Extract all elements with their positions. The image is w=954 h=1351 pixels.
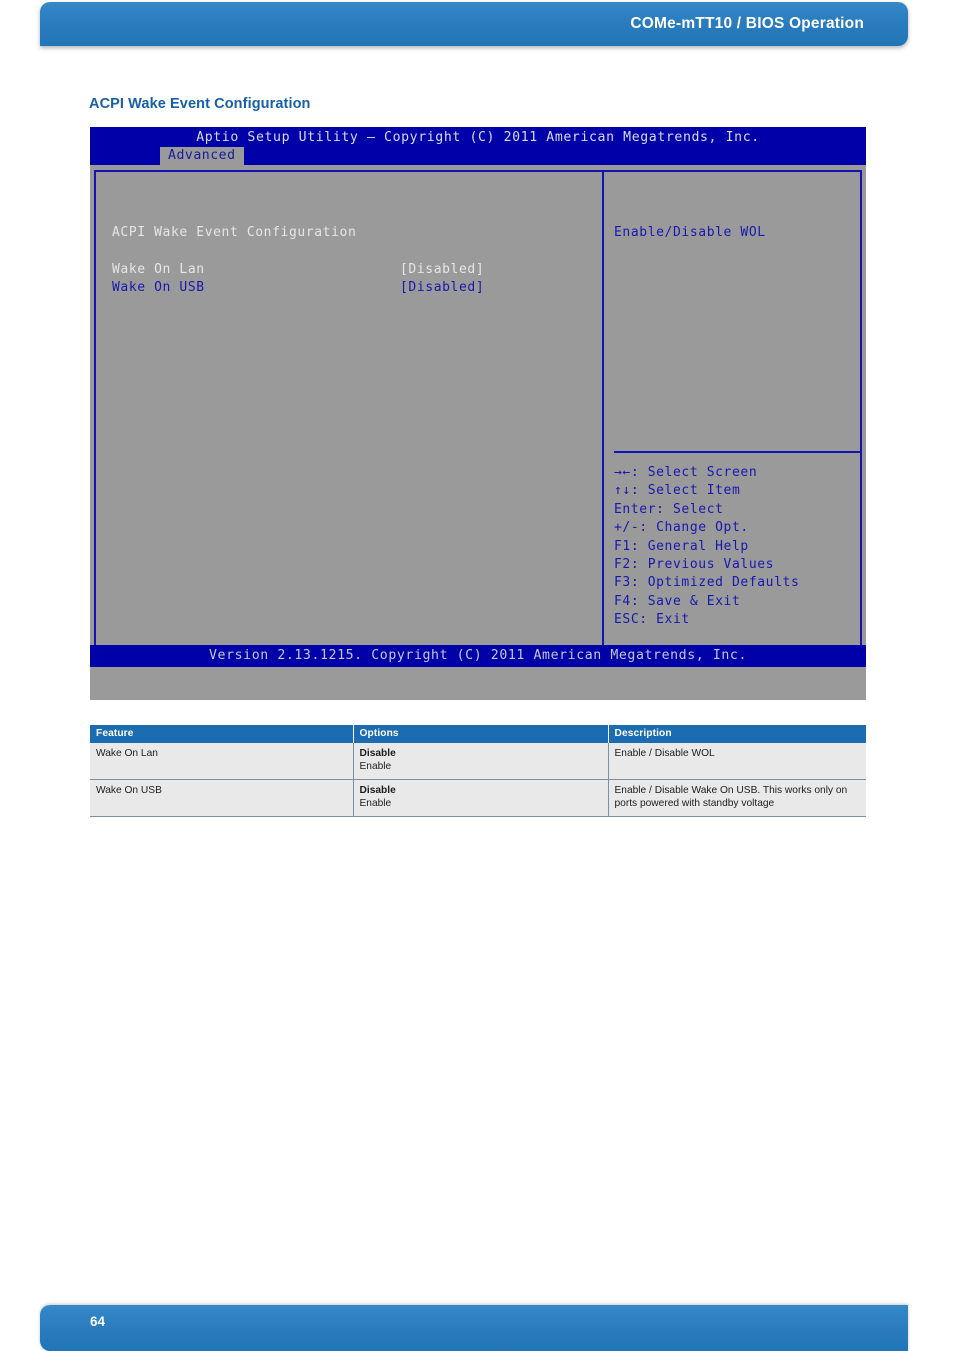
- bios-settings-list: Wake On Lan [Disabled] Wake On USB [Disa…: [112, 261, 592, 297]
- key-hint-select-screen: →←: Select Screen: [614, 465, 758, 480]
- bios-titlebar: Aptio Setup Utility – Copyright (C) 2011…: [90, 127, 866, 165]
- table-row: Wake On USB Disable Enable Enable / Disa…: [90, 779, 866, 817]
- page-header-title: COMe-mTT10 / BIOS Operation: [630, 15, 864, 32]
- key-hint-optimized-defaults: F3: Optimized Defaults: [614, 575, 800, 591]
- bios-screen-heading: ACPI Wake Event Configuration: [112, 225, 357, 240]
- setting-row-wake-on-usb[interactable]: Wake On USB [Disabled]: [112, 279, 592, 297]
- key-hint-select-item: ↑↓: Select Item: [614, 483, 741, 499]
- option-default: Disable: [359, 785, 396, 796]
- settings-reference-table: Feature Options Description Wake On Lan …: [90, 725, 866, 817]
- setting-value[interactable]: [Disabled]: [400, 261, 484, 279]
- cell-feature: Wake On USB: [90, 779, 354, 817]
- cell-options: Disable Enable: [353, 779, 609, 817]
- bios-title: Aptio Setup Utility – Copyright (C) 2011…: [196, 130, 760, 145]
- bios-help-separator: [614, 451, 860, 453]
- setting-label: Wake On Lan: [112, 262, 205, 277]
- tab-advanced[interactable]: Advanced: [160, 147, 244, 165]
- bios-version-footer: Version 2.13.1215. Copyright (C) 2011 Am…: [90, 645, 866, 667]
- key-hint-previous-values: F2: Previous Values: [614, 557, 775, 573]
- key-hint-general-help: F1: General Help: [614, 538, 749, 554]
- column-header-description: Description: [608, 725, 866, 743]
- cell-description: Enable / Disable WOL: [608, 743, 866, 780]
- column-header-options: Options: [353, 725, 609, 743]
- page-header-bar: COMe-mTT10 / BIOS Operation: [40, 2, 908, 46]
- page-footer-bar: 64: [40, 1305, 908, 1351]
- bios-screenshot: Aptio Setup Utility – Copyright (C) 2011…: [90, 127, 866, 700]
- bios-key-legend: →←: Select Screen ↑↓: Select Item Enter:…: [614, 464, 799, 630]
- bios-help-description: Enable/Disable WOL: [614, 225, 766, 240]
- option-alternate: Enable: [359, 798, 392, 809]
- bios-settings-panel: ACPI Wake Event Configuration Wake On La…: [112, 224, 592, 297]
- key-hint-esc-exit: ESC: Exit: [614, 612, 690, 628]
- table-header-row: Feature Options Description: [90, 725, 866, 743]
- cell-options: Disable Enable: [353, 743, 609, 780]
- bios-body: ACPI Wake Event Configuration Wake On La…: [90, 165, 866, 667]
- cell-description: Enable / Disable Wake On USB. This works…: [608, 779, 866, 817]
- table-row: Wake On Lan Disable Enable Enable / Disa…: [90, 743, 866, 780]
- page-title: ACPI Wake Event Configuration: [89, 96, 311, 112]
- setting-value[interactable]: [Disabled]: [400, 279, 484, 297]
- page-number: 64: [90, 1314, 106, 1329]
- bios-help-panel: Enable/Disable WOL: [614, 224, 850, 242]
- setting-row-wake-on-lan[interactable]: Wake On Lan [Disabled]: [112, 261, 592, 279]
- key-hint-save-exit: F4: Save & Exit: [614, 593, 741, 609]
- column-header-feature: Feature: [90, 725, 354, 743]
- bios-vertical-divider: [602, 170, 604, 659]
- setting-label: Wake On USB: [112, 280, 205, 295]
- key-hint-change-opt: +/-: Change Opt.: [614, 520, 749, 536]
- cell-feature: Wake On Lan: [90, 743, 354, 780]
- option-alternate: Enable: [359, 761, 392, 772]
- option-default: Disable: [359, 748, 396, 759]
- key-hint-enter-select: Enter: Select: [614, 501, 724, 517]
